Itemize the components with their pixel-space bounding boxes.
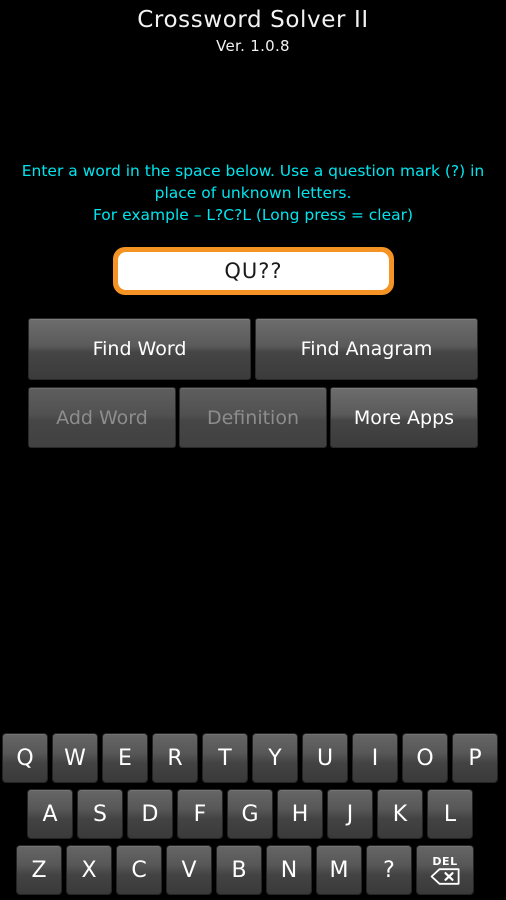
key-delete[interactable]: DEL — [416, 845, 474, 895]
action-buttons-row-2: Add Word Definition More Apps — [28, 387, 478, 448]
key-w[interactable]: W — [52, 733, 98, 783]
key-d[interactable]: D — [127, 789, 173, 839]
action-buttons-row-1: Find Word Find Anagram — [28, 318, 478, 380]
key-x[interactable]: X — [66, 845, 112, 895]
key-label: ? — [383, 857, 395, 883]
key-e[interactable]: E — [102, 733, 148, 783]
page-title: Crossword Solver II — [137, 7, 369, 33]
on-screen-keyboard: Q W E R T Y U I O P A S D F G H J K L Z X C V B N M? DEL — [0, 728, 506, 900]
key-label: S — [93, 801, 107, 827]
key-q[interactable]: Q — [2, 733, 48, 783]
backspace-icon — [430, 867, 460, 885]
key-label: T — [218, 745, 232, 771]
key-label: G — [241, 801, 259, 827]
key-y[interactable]: Y — [252, 733, 298, 783]
more-apps-button-label: More Apps — [353, 406, 455, 429]
find-word-button-label: Find Word — [92, 338, 187, 360]
keyboard-row-1: QWERTYUIOP — [2, 733, 498, 783]
find-anagram-button-label: Find Anagram — [300, 338, 433, 360]
key-b[interactable]: B — [216, 845, 262, 895]
key-l[interactable]: L — [427, 789, 473, 839]
key-c[interactable]: C — [116, 845, 162, 895]
key-label: N — [280, 857, 298, 883]
key-v[interactable]: V — [166, 845, 212, 895]
key-label: Z — [31, 857, 47, 883]
key-label: H — [291, 801, 309, 827]
key-label: B — [231, 857, 247, 883]
key-question-mark[interactable]: ? — [366, 845, 412, 895]
definition-button-label: Definition — [206, 406, 299, 429]
key-z[interactable]: Z — [16, 845, 62, 895]
key-label: Y — [268, 745, 282, 771]
word-input[interactable] — [118, 252, 389, 290]
word-input-container[interactable] — [113, 247, 394, 295]
key-label: A — [42, 801, 58, 827]
key-g[interactable]: G — [227, 789, 273, 839]
key-h[interactable]: H — [277, 789, 323, 839]
keyboard-row-3: Z X C V B N M? DEL — [16, 845, 474, 895]
key-a[interactable]: A — [27, 789, 73, 839]
key-label: X — [81, 857, 97, 883]
more-apps-button[interactable]: More Apps — [330, 387, 478, 448]
definition-button: Definition — [179, 387, 327, 448]
key-u[interactable]: U — [302, 733, 348, 783]
key-label: J — [346, 801, 354, 827]
key-label: Q — [16, 745, 34, 771]
find-word-button[interactable]: Find Word — [28, 318, 251, 380]
key-f[interactable]: F — [177, 789, 223, 839]
key-t[interactable]: T — [202, 733, 248, 783]
instructions-text: Enter a word in the space below. Use a q… — [0, 160, 506, 226]
key-label: E — [118, 745, 132, 771]
key-label: L — [443, 801, 457, 827]
find-anagram-button[interactable]: Find Anagram — [255, 318, 478, 380]
key-label: U — [316, 745, 334, 771]
key-delete-label: DEL — [432, 854, 458, 868]
key-label: I — [371, 745, 379, 771]
key-label: W — [64, 745, 86, 771]
key-i[interactable]: I — [352, 733, 398, 783]
key-label: R — [167, 745, 183, 771]
key-label: M — [329, 857, 349, 883]
app-version-label: Ver. 1.0.8 — [216, 37, 290, 55]
keyboard-row-2: ASDFGHJKL — [27, 789, 473, 839]
add-word-button: Add Word — [28, 387, 176, 448]
key-label: K — [392, 801, 408, 827]
instructions-line-3: For example – L?C?L (Long press = clear) — [92, 206, 414, 224]
key-k[interactable]: K — [377, 789, 423, 839]
key-m[interactable]: M — [316, 845, 362, 895]
key-label: C — [131, 857, 147, 883]
key-label: D — [141, 801, 159, 827]
key-j[interactable]: J — [327, 789, 373, 839]
key-s[interactable]: S — [77, 789, 123, 839]
key-p[interactable]: P — [452, 733, 498, 783]
key-n[interactable]: N — [266, 845, 312, 895]
key-label: V — [181, 857, 197, 883]
app-header: Crossword Solver II Ver. 1.0.8 — [0, 0, 506, 57]
key-label: F — [193, 801, 207, 827]
key-r[interactable]: R — [152, 733, 198, 783]
key-label: O — [416, 745, 434, 771]
key-label: P — [468, 745, 482, 771]
key-o[interactable]: O — [402, 733, 448, 783]
add-word-button-label: Add Word — [56, 406, 148, 429]
instructions-line-1: Enter a word in the space below. Use a q… — [21, 162, 485, 180]
instructions-line-2: place of unknown letters. — [154, 184, 352, 202]
